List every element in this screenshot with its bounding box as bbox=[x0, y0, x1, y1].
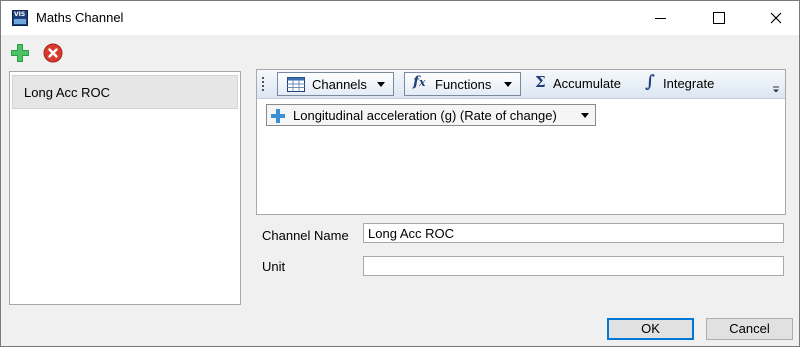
function-icon: fx bbox=[413, 74, 426, 90]
minimize-button[interactable] bbox=[637, 1, 683, 35]
close-button[interactable] bbox=[753, 1, 799, 35]
unit-input[interactable] bbox=[363, 256, 784, 276]
remove-circle-icon bbox=[43, 43, 63, 63]
channel-name-label: Channel Name bbox=[262, 228, 349, 243]
maths-channel-dialog: VIS Maths Channel Long Acc ROC Channels … bbox=[0, 0, 800, 347]
toolbar-grip-icon[interactable] bbox=[262, 77, 265, 91]
window-title: Maths Channel bbox=[36, 10, 124, 25]
accumulate-label: Accumulate bbox=[553, 76, 621, 91]
cancel-button[interactable]: Cancel bbox=[706, 318, 793, 340]
app-icon: VIS bbox=[12, 10, 28, 26]
functions-label: Functions bbox=[435, 77, 492, 92]
expression-editor: Channels fx Functions Σ Accumulate ∫ Int… bbox=[256, 69, 786, 215]
channel-list: Long Acc ROC bbox=[9, 71, 241, 305]
channel-name-input[interactable] bbox=[363, 223, 784, 243]
editor-toolbar: Channels fx Functions Σ Accumulate ∫ Int… bbox=[257, 70, 785, 99]
channel-list-item[interactable]: Long Acc ROC bbox=[12, 75, 238, 109]
app-icon-text: VIS bbox=[14, 11, 26, 18]
channels-label: Channels bbox=[312, 77, 367, 92]
chevron-down-icon bbox=[581, 113, 589, 118]
maximize-button[interactable] bbox=[695, 1, 741, 35]
channels-dropdown[interactable]: Channels bbox=[277, 72, 394, 96]
ok-button[interactable]: OK bbox=[607, 318, 694, 340]
chevron-down-icon bbox=[377, 82, 385, 87]
chevron-down-icon bbox=[504, 82, 512, 87]
functions-dropdown[interactable]: fx Functions bbox=[404, 72, 521, 96]
plus-icon bbox=[271, 109, 285, 123]
integrate-label: Integrate bbox=[663, 76, 715, 91]
title-bar: VIS Maths Channel bbox=[1, 1, 799, 35]
accumulate-button[interactable]: Σ Accumulate bbox=[535, 72, 629, 96]
expression-token-label: Longitudinal acceleration (g) (Rate of c… bbox=[293, 108, 557, 123]
plus-icon bbox=[11, 44, 29, 62]
integrate-button[interactable]: ∫ Integrate bbox=[642, 72, 722, 96]
integral-icon: ∫ bbox=[645, 72, 655, 92]
unit-label: Unit bbox=[262, 259, 286, 274]
close-icon bbox=[770, 12, 782, 24]
expression-token[interactable]: Longitudinal acceleration (g) (Rate of c… bbox=[266, 104, 596, 126]
sigma-icon: Σ bbox=[535, 73, 546, 91]
channel-list-item-label: Long Acc ROC bbox=[24, 85, 110, 100]
table-icon bbox=[287, 77, 305, 92]
add-channel-button[interactable] bbox=[10, 43, 30, 63]
toolbar-overflow-icon[interactable] bbox=[772, 86, 780, 94]
delete-channel-button[interactable] bbox=[43, 43, 63, 63]
